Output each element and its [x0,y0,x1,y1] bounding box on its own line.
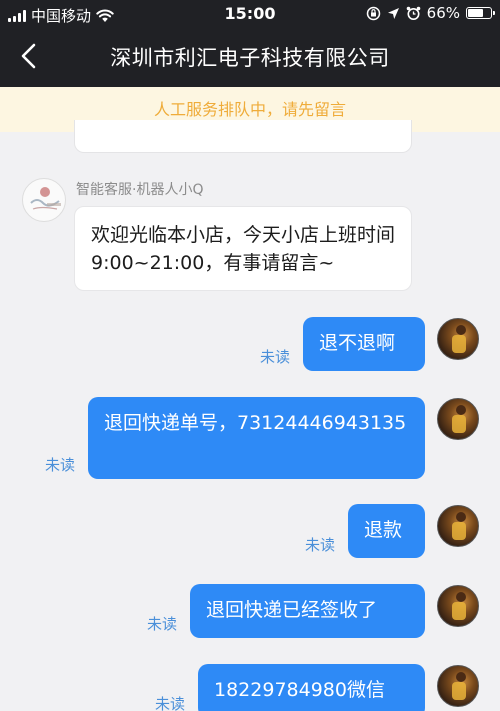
bot-avatar-icon [30,187,61,210]
status-right: 66% [366,4,495,22]
user-message-bubble: 退不退啊 [303,317,425,371]
user-avatar[interactable] [437,665,479,707]
app-header: 中国移动 15:00 66% 深圳市利汇电子科技有限公司 [0,0,500,87]
battery-fill [468,9,483,17]
status-bar: 中国移动 15:00 66% [0,0,500,28]
user-avatar[interactable] [437,505,479,547]
unread-label: 未读 [45,456,76,474]
location-icon [387,7,399,19]
previous-message-card [74,120,412,153]
nav-bar: 深圳市利汇电子科技有限公司 [0,28,500,87]
unread-label: 未读 [305,536,336,554]
battery-percent: 66% [426,4,460,22]
user-avatar[interactable] [437,398,479,440]
page-title: 深圳市利汇电子科技有限公司 [110,46,390,70]
unread-label: 未读 [155,695,186,711]
lock-rotation-icon [366,6,380,20]
user-message-bubble: 18229784980微信 [198,664,425,711]
bot-message-bubble: 欢迎光临本小店，今天小店上班时间9:00~21:00，有事请留言~ [74,206,412,291]
user-avatar[interactable] [437,318,479,360]
unread-label: 未读 [260,348,291,366]
user-avatar[interactable] [437,585,479,627]
bot-name: 智能客服·机器人小Q [76,182,204,198]
battery-icon [466,7,495,19]
bot-avatar[interactable] [22,178,66,222]
unread-label: 未读 [147,615,178,633]
user-message-bubble: 退回快递单号，73124446943135 [88,397,425,479]
alarm-icon [406,6,420,20]
user-message-bubble: 退回快递已经签收了 [190,584,425,638]
user-message-bubble: 退款 [348,504,425,558]
